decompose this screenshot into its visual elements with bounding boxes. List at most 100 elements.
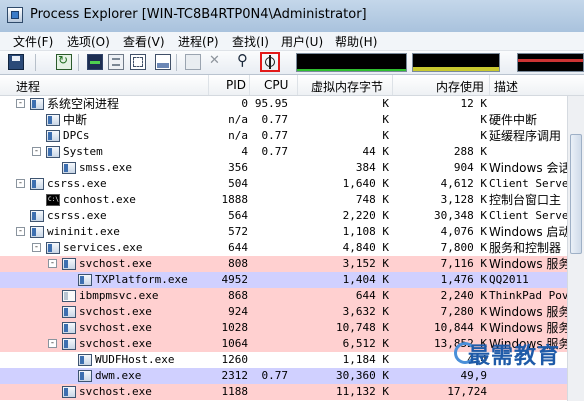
window-title: Process Explorer [WIN-TC8B4RTP0N4\Admini…: [30, 7, 367, 22]
process-row[interactable]: - csrss.exe 504 1,640 K 4,612 K Client Serve: [0, 176, 584, 192]
process-cpu: [250, 320, 288, 336]
cpu-graph[interactable]: [296, 53, 407, 72]
process-virtual-bytes: 384 K: [355, 161, 389, 174]
process-icon: [62, 290, 76, 302]
process-cpu: [250, 256, 288, 272]
process-name: System: [63, 145, 103, 158]
app-icon: [7, 7, 23, 23]
process-icon: [46, 242, 60, 254]
process-working-set: 30,348 K: [434, 209, 487, 222]
process-icon: [78, 370, 92, 382]
process-pid: n/a: [228, 129, 248, 142]
scrollbar-thumb[interactable]: [570, 134, 582, 254]
collapse-toggle-icon[interactable]: -: [16, 99, 25, 108]
process-row[interactable]: 中断 n/a 0.77 K K 硬件中断: [0, 112, 584, 128]
process-description: 控制台窗口主: [489, 193, 562, 207]
process-working-set: 4,612 K: [440, 177, 487, 190]
find-icon[interactable]: [236, 51, 252, 70]
process-virtual-bytes: 748 K: [355, 193, 389, 206]
process-row[interactable]: csrss.exe 564 2,220 K 30,348 K Client Serve: [0, 208, 584, 224]
process-working-set: 904 K: [453, 161, 487, 174]
column-cpu[interactable]: CPU: [264, 78, 288, 92]
save-icon[interactable]: [8, 54, 24, 70]
process-virtual-bytes: 11,132 K: [336, 385, 389, 398]
column-virtual-bytes[interactable]: 虚拟内存字节: [311, 78, 383, 95]
column-description[interactable]: 描述: [494, 78, 518, 95]
io-graph[interactable]: [517, 53, 584, 72]
process-pid: 868: [228, 289, 248, 302]
process-name: 系统空闲进程: [47, 97, 120, 111]
process-row[interactable]: - services.exe 644 4,840 K 7,800 K 服务和控制器: [0, 240, 584, 256]
menu-options[interactable]: 选项(O): [67, 33, 110, 50]
process-row[interactable]: svchost.exe 924 3,632 K 7,280 K Windows 服务: [0, 304, 584, 320]
collapse-toggle-icon[interactable]: -: [32, 243, 41, 252]
collapse-toggle-icon[interactable]: -: [16, 179, 25, 188]
process-virtual-bytes: 30,360 K: [336, 369, 389, 382]
process-working-set: 2,240 K: [440, 289, 487, 302]
process-row[interactable]: - 系统空闲进程 0 95.95 K 12 K: [0, 96, 584, 112]
process-cpu: [250, 304, 288, 320]
process-cpu: 95.95: [254, 97, 288, 110]
process-row[interactable]: - wininit.exe 572 1,108 K 4,076 K Windows 启动: [0, 224, 584, 240]
menu-process[interactable]: 进程(P): [178, 33, 219, 50]
process-pid: 924: [228, 305, 248, 318]
column-working-set[interactable]: 内存使用: [436, 78, 484, 95]
collapse-toggle-icon[interactable]: -: [32, 147, 41, 156]
process-cpu: 0.77: [261, 145, 289, 158]
collapse-toggle-icon[interactable]: -: [48, 259, 57, 268]
process-pid: 4952: [221, 273, 249, 286]
process-virtual-bytes: K: [382, 129, 389, 142]
menu-help[interactable]: 帮助(H): [335, 33, 377, 50]
process-row[interactable]: - svchost.exe 808 3,152 K 7,116 K Windows 服务: [0, 256, 584, 272]
column-pid[interactable]: PID: [226, 78, 246, 92]
menu-view[interactable]: 查看(V): [123, 33, 165, 50]
process-row[interactable]: conhost.exe 1888 748 K 3,128 K控制台窗口主: [0, 192, 584, 208]
process-row[interactable]: - System 4 0.77 44 K 288 K: [0, 144, 584, 160]
process-working-set: K: [480, 129, 487, 142]
system-info-icon[interactable]: [87, 54, 103, 70]
process-virtual-bytes: K: [382, 97, 389, 110]
column-header: 进程 PID CPU 虚拟内存字节 内存使用 描述: [0, 75, 584, 96]
process-description: Windows 会话: [489, 161, 571, 175]
process-working-set: 3,128 K: [440, 193, 487, 206]
menu-find[interactable]: 查找(I): [232, 33, 269, 50]
toolbar-separator: [35, 54, 36, 71]
process-row[interactable]: TXPlatform.exe 4952 1,404 K 1,476 K QQ2011: [0, 272, 584, 288]
process-row[interactable]: svchost.exe 1028 10,748 K 10,844 K Windows 服…: [0, 320, 584, 336]
menu-file[interactable]: 文件(F): [13, 33, 53, 50]
process-cpu: [250, 176, 288, 192]
process-icon: [78, 274, 92, 286]
menu-users[interactable]: 用户(U): [281, 33, 323, 50]
kill-process-icon[interactable]: [207, 53, 223, 70]
lower-pane-icon[interactable]: [155, 54, 171, 70]
target-crosshair-icon[interactable]: [260, 52, 280, 72]
collapse-toggle-icon[interactable]: -: [48, 339, 57, 348]
process-name: svchost.exe: [79, 305, 152, 318]
process-virtual-bytes: 644 K: [355, 289, 389, 302]
process-row[interactable]: ibmpmsvc.exe 868 644 K 2,240 K ThinkPad Pov: [0, 288, 584, 304]
collapse-toggle-icon[interactable]: -: [16, 227, 25, 236]
process-cpu: [250, 352, 288, 368]
tree-view-icon[interactable]: [130, 54, 146, 70]
column-process[interactable]: 进程: [16, 78, 40, 95]
process-cpu: [250, 240, 288, 256]
process-pid: 504: [228, 177, 248, 190]
column-divider: [489, 75, 490, 95]
process-icon: [46, 114, 60, 126]
process-pid: 1064: [221, 337, 249, 350]
process-working-set: 7,280 K: [440, 305, 487, 318]
dll-view-icon[interactable]: [185, 54, 201, 70]
process-description: 硬件中断: [489, 113, 538, 127]
process-row[interactable]: smss.exe 356 384 K 904 K Windows 会话: [0, 160, 584, 176]
process-name: svchost.exe: [79, 385, 152, 398]
process-name: ibmpmsvc.exe: [79, 289, 159, 302]
process-virtual-bytes: 2,220 K: [342, 209, 389, 222]
commit-graph[interactable]: [412, 53, 500, 72]
properties-icon[interactable]: [108, 54, 124, 70]
process-virtual-bytes: K: [382, 113, 389, 126]
process-row[interactable]: DPCs n/a 0.77 K K 延缓程序调用: [0, 128, 584, 144]
process-working-set: 7,800 K: [440, 241, 487, 254]
refresh-icon[interactable]: [56, 53, 72, 70]
process-icon: [30, 98, 44, 110]
process-description: 延缓程序调用: [489, 129, 562, 143]
